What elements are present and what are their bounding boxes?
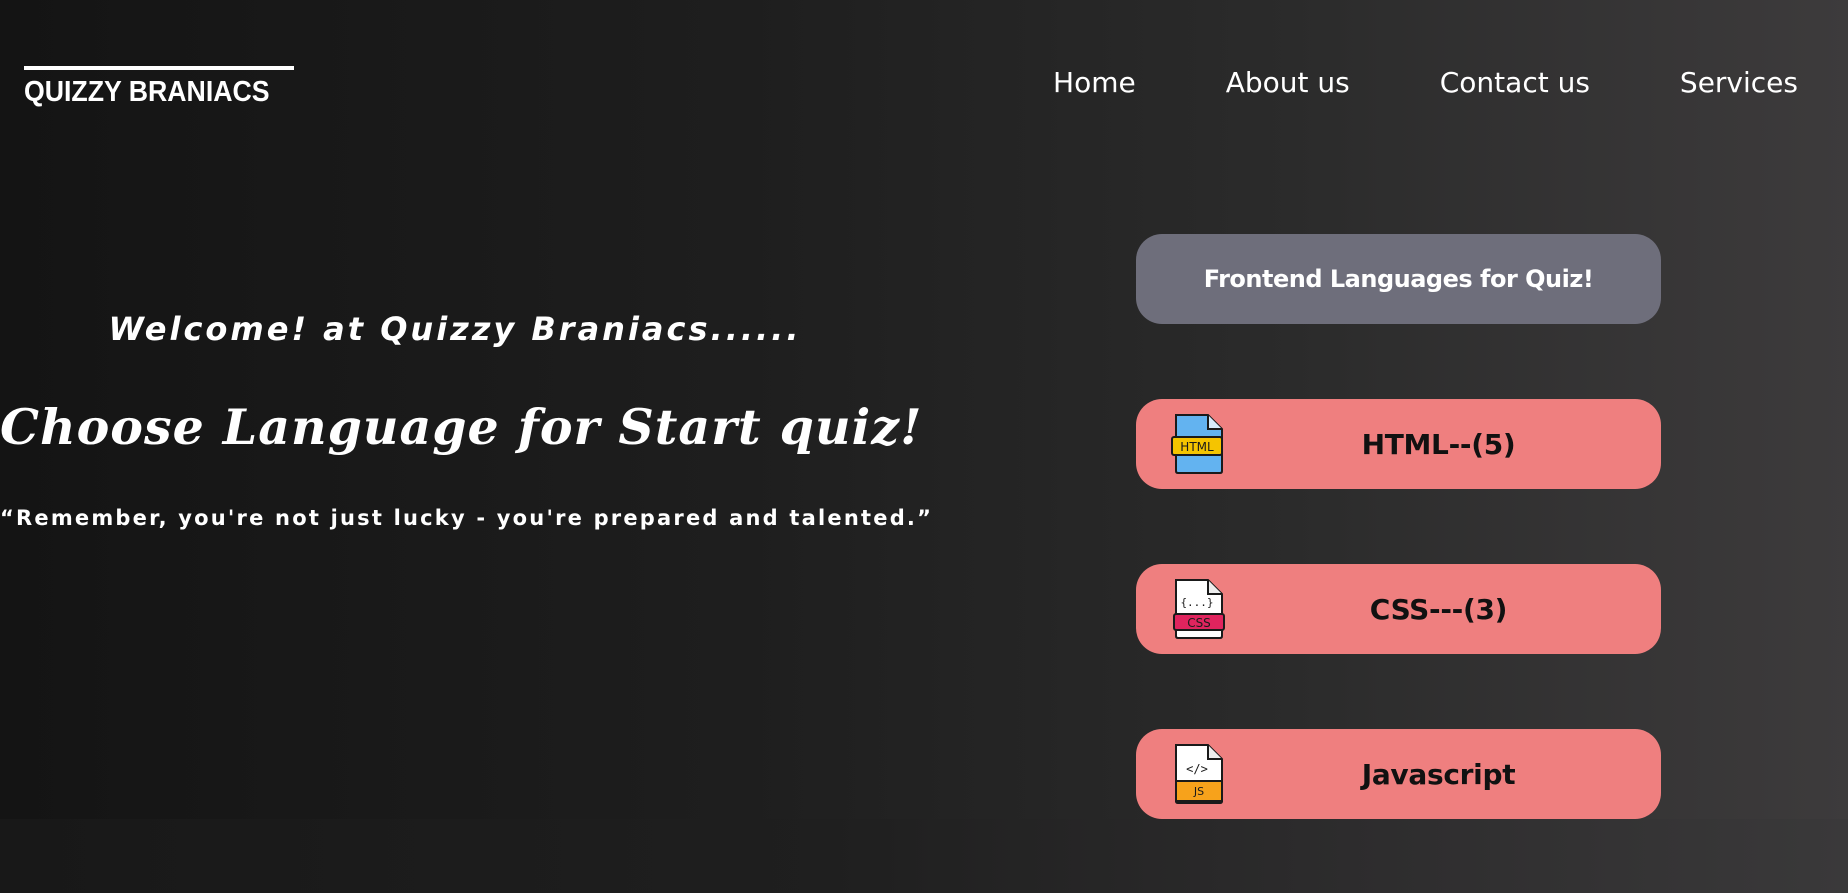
svg-text:HTML: HTML	[1180, 440, 1214, 454]
javascript-quiz-label: Javascript	[1361, 757, 1516, 791]
svg-text:JS: JS	[1193, 785, 1204, 798]
svg-text:{...}: {...}	[1180, 596, 1213, 609]
html-quiz-label: HTML--(5)	[1361, 427, 1516, 461]
nav-about-us[interactable]: About us	[1226, 66, 1350, 99]
brand-logo[interactable]: QUIZZY BRANIACS	[24, 66, 294, 107]
html-quiz-button[interactable]: HTML HTML--(5)	[1136, 399, 1661, 489]
motivational-quote: “Remember, you're not just lucky - you'r…	[0, 506, 934, 530]
page-footer-area	[0, 819, 1848, 893]
nav-home[interactable]: Home	[1053, 66, 1136, 99]
welcome-text: Welcome! at Quizzy Braniacs......	[108, 310, 802, 348]
svg-text:</>: </>	[1186, 762, 1208, 776]
page-title: Choose Language for Start quiz!	[0, 398, 923, 456]
css-quiz-label: CSS---(3)	[1369, 592, 1508, 626]
main-nav: Home About us Contact us Services	[1053, 66, 1798, 99]
logo-text: QUIZZY BRANIACS	[24, 76, 270, 108]
css-quiz-button[interactable]: {...} CSS CSS---(3)	[1136, 564, 1661, 654]
nav-contact-us[interactable]: Contact us	[1440, 66, 1590, 99]
logo-overline	[24, 66, 294, 70]
javascript-quiz-button[interactable]: </> JS Javascript	[1136, 729, 1661, 819]
svg-text:CSS: CSS	[1187, 616, 1211, 630]
languages-header: Frontend Languages for Quiz!	[1136, 234, 1661, 324]
nav-services[interactable]: Services	[1680, 66, 1798, 99]
